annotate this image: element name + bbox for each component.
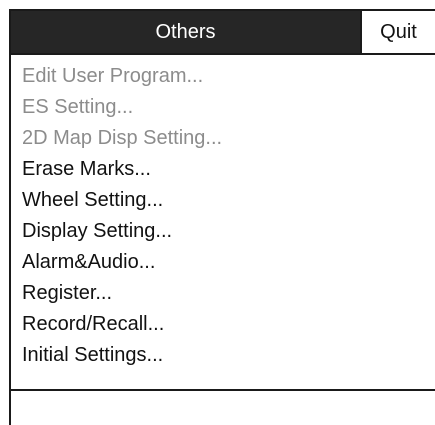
others-menu-panel: Others Quit Edit User Program... ES Sett… <box>9 9 435 425</box>
menu-list: Edit User Program... ES Setting... 2D Ma… <box>11 55 435 391</box>
menu-item-register[interactable]: Register... <box>11 278 435 309</box>
menu-item-alarm-audio[interactable]: Alarm&Audio... <box>11 247 435 278</box>
menu-item-2d-map-disp-setting: 2D Map Disp Setting... <box>22 127 223 149</box>
menu-item-record-recall[interactable]: Record/Recall... <box>11 309 435 340</box>
menu-header: Others Quit <box>11 11 435 55</box>
menu-item-erase-marks[interactable]: Erase Marks... <box>11 154 435 185</box>
menu-item-wheel-setting[interactable]: Wheel Setting... <box>11 185 435 216</box>
menu-title: Others <box>11 11 360 53</box>
menu-item-display-setting[interactable]: Display Setting... <box>11 216 435 247</box>
quit-button[interactable]: Quit <box>360 11 435 53</box>
menu-item-initial-settings[interactable]: Initial Settings... <box>11 340 435 371</box>
menu-item-edit-user-program: Edit User Program... <box>22 65 204 87</box>
menu-item-es-setting: ES Setting... <box>22 96 134 118</box>
